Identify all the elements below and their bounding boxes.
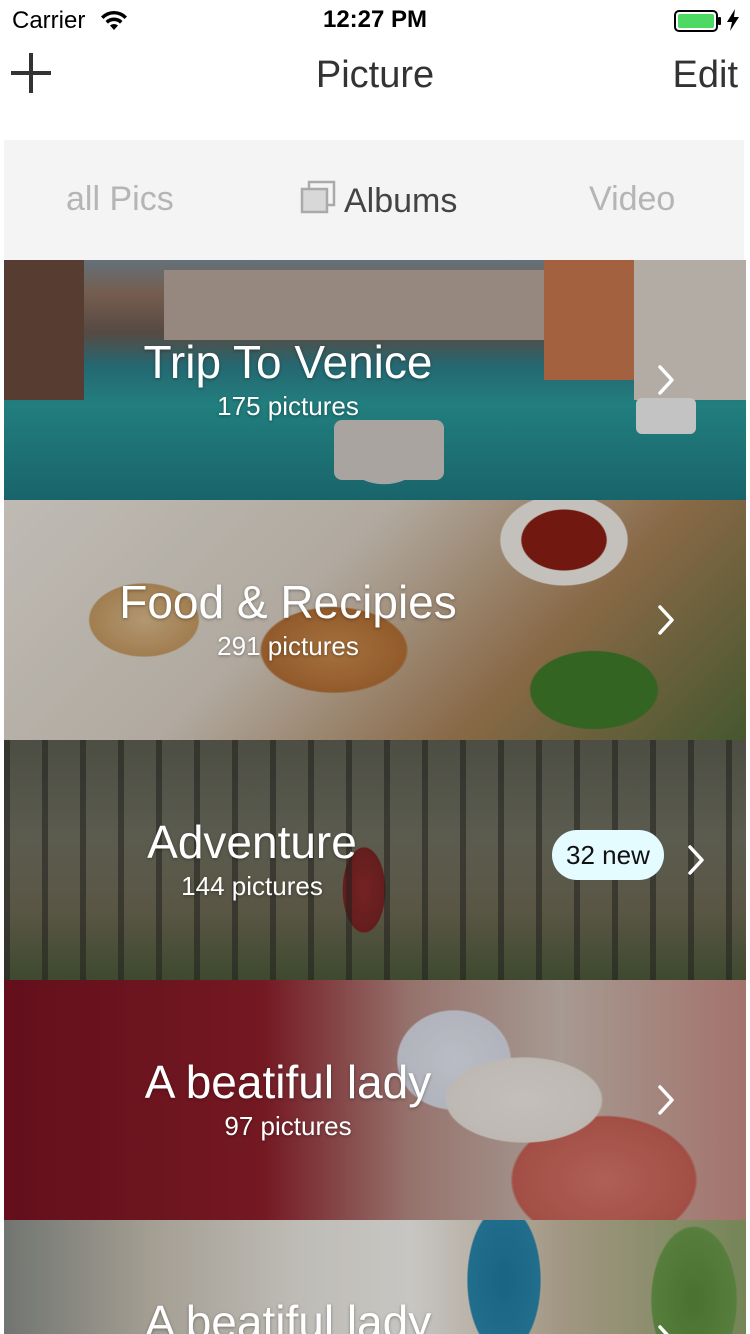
- page-title: Picture: [315, 54, 435, 96]
- album-count: 97 pictures: [224, 1111, 352, 1141]
- new-items-badge: 32 new: [552, 830, 664, 880]
- album-row-food-recipies[interactable]: Food & Recipies 291 pictures: [4, 500, 746, 740]
- charging-bolt-icon: [727, 9, 739, 31]
- album-text: Food & Recipies 291 pictures: [4, 574, 572, 662]
- album-count: 291 pictures: [217, 631, 359, 661]
- album-row-a-beatiful-lady-2[interactable]: A beatiful lady: [4, 1220, 746, 1334]
- album-title: Adventure: [147, 816, 357, 868]
- chevron-right-icon: [686, 843, 706, 877]
- chevron-right-icon: [656, 1323, 676, 1334]
- chevron-right-icon: [656, 603, 676, 637]
- tab-albums-label: Albums: [344, 182, 458, 220]
- album-text: Adventure 144 pictures: [4, 814, 500, 902]
- clock: 12:27 PM: [322, 6, 428, 33]
- album-row-trip-to-venice[interactable]: Trip To Venice 175 pictures: [4, 260, 746, 500]
- album-title: A beatiful lady: [144, 1056, 432, 1108]
- tab-video[interactable]: Video: [589, 180, 675, 224]
- album-title: Trip To Venice: [143, 336, 433, 388]
- album-title: A beatiful lady: [144, 1296, 432, 1334]
- album-text: A beatiful lady 97 pictures: [4, 1054, 572, 1142]
- edit-button[interactable]: Edit: [673, 54, 738, 97]
- tab-all-pics-label: all Pics: [66, 180, 174, 218]
- navigation-bar: Picture Edit: [0, 40, 750, 112]
- app-root: Carrier 12:27 PM Picture Edit all Pics A…: [0, 0, 750, 1334]
- chevron-right-icon: [656, 1083, 676, 1117]
- album-text: Trip To Venice 175 pictures: [4, 334, 572, 422]
- tab-video-label: Video: [589, 180, 676, 218]
- album-count: 144 pictures: [181, 871, 323, 901]
- album-text: A beatiful lady: [4, 1294, 572, 1334]
- chevron-right-icon: [656, 363, 676, 397]
- album-count: 175 pictures: [217, 391, 359, 421]
- status-bar: Carrier 12:27 PM: [0, 0, 750, 40]
- album-row-a-beatiful-lady[interactable]: A beatiful lady 97 pictures: [4, 980, 746, 1220]
- album-row-adventure[interactable]: Adventure 144 pictures 32 new: [4, 740, 746, 980]
- albums-icon: [300, 180, 336, 214]
- battery-icon: [674, 10, 721, 32]
- tab-all-pics[interactable]: all Pics: [66, 180, 174, 224]
- album-list: Trip To Venice 175 pictures Food & Recip…: [4, 260, 746, 1334]
- tab-albums[interactable]: Albums: [300, 180, 457, 224]
- album-title: Food & Recipies: [119, 576, 457, 628]
- tab-bar: all Pics Albums Video: [4, 140, 744, 260]
